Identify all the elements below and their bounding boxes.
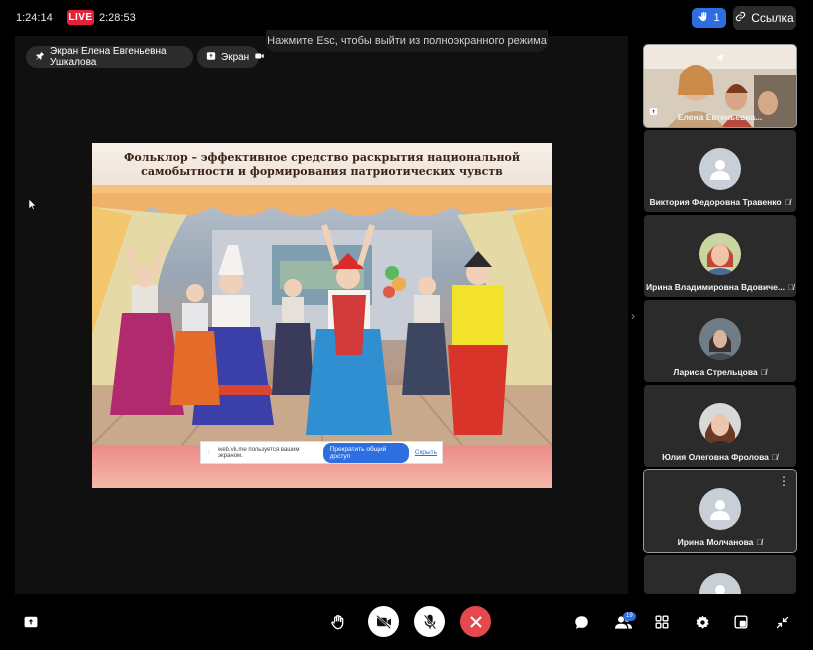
- participant-name-text: Юлия Олеговна Фролова: [662, 452, 769, 462]
- mic-off-icon: 🎙̸: [756, 538, 763, 547]
- chat-icon: [574, 615, 588, 629]
- avatar: [699, 318, 741, 360]
- screen-share-icon: [24, 616, 38, 628]
- screen-chip[interactable]: Экран: [197, 46, 264, 68]
- avatar: [699, 233, 741, 275]
- participant-name: Ирина Молчанова 🎙̸: [644, 537, 796, 547]
- avatar: [699, 148, 741, 190]
- hand-icon: [331, 615, 344, 630]
- pinned-screen-chip[interactable]: Экран Елена Евгеньевна Ушкалова: [26, 46, 193, 68]
- screen-share-notice: ⋮ web.vk.me пользуется вашим экраном. Пр…: [200, 441, 443, 464]
- stop-sharing-button[interactable]: Прекратить общий доступ: [322, 442, 409, 463]
- participant-name-text: Виктория Федоровна Травенко: [649, 197, 782, 207]
- settings-button[interactable]: [691, 611, 713, 633]
- hand-icon: [698, 11, 709, 25]
- live-badge: LIVE: [67, 10, 94, 25]
- gear-icon: [696, 615, 709, 629]
- participants-count-badge: 19: [623, 612, 636, 621]
- slide-title-line-1: Фольклор – эффективное средство раскрыти…: [123, 151, 521, 164]
- camera-off-icon: [375, 614, 391, 629]
- shared-screen-slide: Фольклор – эффективное средство раскрыти…: [92, 143, 552, 488]
- participant-tile[interactable]: Елена Евгеньевна...: [643, 44, 797, 128]
- close-icon: [469, 615, 482, 628]
- hide-notice-link[interactable]: Скрыть: [415, 449, 437, 456]
- raised-hands-button[interactable]: 1: [692, 8, 726, 28]
- avatar: [699, 573, 741, 594]
- link-label: Ссылка: [751, 11, 794, 25]
- participant-tile[interactable]: ⋮ Ирина Молчанова 🎙̸: [643, 469, 797, 553]
- mouse-cursor-icon: [28, 197, 37, 215]
- participant-tile[interactable]: Юлия Олеговна Фролова 🎙̸: [644, 385, 796, 467]
- exit-fullscreen-button[interactable]: [771, 611, 793, 633]
- user-icon: [710, 500, 730, 520]
- screen-chip-label: Экран: [221, 51, 250, 63]
- chat-button[interactable]: [570, 611, 592, 633]
- fullscreen-esc-hint: Нажмите Esc, чтобы выйти из полноэкранно…: [266, 30, 548, 52]
- pip-icon: [734, 615, 748, 629]
- more-options-icon[interactable]: ⋮: [778, 475, 790, 487]
- participant-name: Елена Евгеньевна...: [644, 112, 796, 122]
- pin-icon[interactable]: [716, 49, 725, 67]
- clock: 1:24:14: [16, 12, 53, 24]
- camera-icon: [254, 51, 265, 64]
- participant-tile[interactable]: Виктория Федоровна Травенко 🎙̸: [644, 130, 796, 212]
- share-notice-text: web.vk.me пользуется вашим экраном.: [218, 446, 300, 459]
- grid-icon: [655, 615, 669, 629]
- participant-name-text: Ирина Владимировна Вдовиче...: [646, 282, 785, 292]
- camera-toggle-button[interactable]: [368, 606, 399, 637]
- participant-name: Ирина Владимировна Вдовиче... 🎙̸: [644, 282, 796, 292]
- slide-title: Фольклор – эффективное средство раскрыти…: [92, 143, 552, 185]
- mic-off-icon: 🎙̸: [760, 368, 767, 377]
- participant-name-text: Ирина Молчанова: [677, 537, 754, 547]
- participant-name: Лариса Стрельцова 🎙̸: [644, 367, 796, 377]
- mic-off-icon: 🎙̸: [771, 453, 778, 462]
- participant-name-text: Елена Евгеньевна...: [677, 112, 763, 122]
- mic-off-icon: 🎙̸: [784, 198, 791, 207]
- layout-grid-button[interactable]: [651, 611, 673, 633]
- stream-duration: 2:28:53: [99, 12, 136, 24]
- raise-hand-button[interactable]: [327, 611, 349, 633]
- pinned-screen-label: Экран Елена Евгеньевна Ушкалова: [50, 46, 167, 68]
- screen-share-icon: [206, 51, 216, 64]
- avatar: [699, 488, 741, 530]
- participant-tile[interactable]: Лариса Стрельцова 🎙̸: [644, 300, 796, 382]
- collapse-icon: [776, 616, 788, 628]
- pin-icon: [35, 51, 45, 64]
- mic-off-icon: 🎙̸: [787, 283, 794, 292]
- share-screen-button[interactable]: [20, 611, 42, 633]
- raised-hands-count: 1: [713, 12, 720, 24]
- participant-name: Юлия Олеговна Фролова 🎙̸: [644, 452, 796, 462]
- picture-in-picture-button[interactable]: [730, 611, 752, 633]
- link-icon: [735, 11, 746, 25]
- copy-link-button[interactable]: Ссылка: [733, 6, 796, 30]
- avatar: [699, 403, 741, 445]
- mic-toggle-button[interactable]: [414, 606, 445, 637]
- participant-tile[interactable]: [644, 555, 796, 594]
- participant-tile[interactable]: Ирина Владимировна Вдовиче... 🎙̸: [644, 215, 796, 297]
- slide-title-line-2: самобытности и формирования патриотическ…: [141, 165, 503, 178]
- end-call-button[interactable]: [460, 606, 491, 637]
- participant-name: Виктория Федоровна Травенко 🎙̸: [644, 197, 796, 207]
- user-icon: [710, 160, 730, 180]
- user-icon: [715, 585, 725, 594]
- participant-name-text: Лариса Стрельцова: [673, 367, 758, 377]
- chevron-right-icon[interactable]: ›: [631, 309, 635, 323]
- mic-off-icon: [423, 614, 436, 629]
- drag-handle-icon[interactable]: ⋮: [206, 449, 212, 456]
- slide-photo: [92, 185, 552, 445]
